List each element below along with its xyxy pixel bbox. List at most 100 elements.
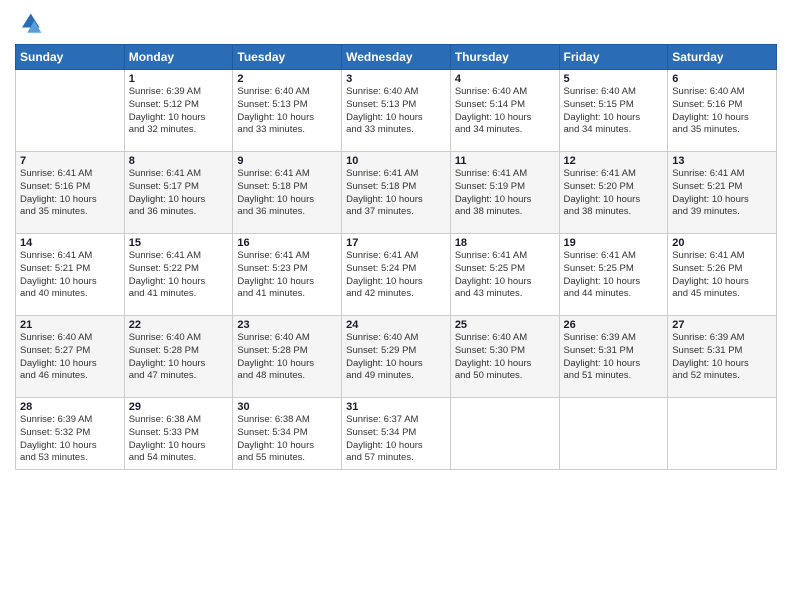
calendar-cell: 25Sunrise: 6:40 AM Sunset: 5:30 PM Dayli… bbox=[450, 316, 559, 398]
calendar-cell bbox=[450, 398, 559, 470]
day-number: 21 bbox=[20, 319, 120, 331]
day-number: 5 bbox=[564, 73, 664, 85]
day-info: Sunrise: 6:40 AM Sunset: 5:29 PM Dayligh… bbox=[346, 332, 446, 383]
day-info: Sunrise: 6:38 AM Sunset: 5:33 PM Dayligh… bbox=[129, 414, 229, 465]
calendar-cell: 23Sunrise: 6:40 AM Sunset: 5:28 PM Dayli… bbox=[233, 316, 342, 398]
day-info: Sunrise: 6:40 AM Sunset: 5:27 PM Dayligh… bbox=[20, 332, 120, 383]
day-info: Sunrise: 6:39 AM Sunset: 5:31 PM Dayligh… bbox=[672, 332, 772, 383]
day-number: 12 bbox=[564, 155, 664, 167]
day-number: 25 bbox=[455, 319, 555, 331]
day-number: 6 bbox=[672, 73, 772, 85]
day-number: 20 bbox=[672, 237, 772, 249]
weekday-tuesday: Tuesday bbox=[233, 45, 342, 70]
day-number: 17 bbox=[346, 237, 446, 249]
day-number: 28 bbox=[20, 401, 120, 413]
day-number: 2 bbox=[237, 73, 337, 85]
calendar-cell: 17Sunrise: 6:41 AM Sunset: 5:24 PM Dayli… bbox=[342, 234, 451, 316]
calendar-cell: 6Sunrise: 6:40 AM Sunset: 5:16 PM Daylig… bbox=[668, 70, 777, 152]
calendar-cell bbox=[16, 70, 125, 152]
day-number: 15 bbox=[129, 237, 229, 249]
day-info: Sunrise: 6:41 AM Sunset: 5:25 PM Dayligh… bbox=[455, 250, 555, 301]
calendar-cell: 14Sunrise: 6:41 AM Sunset: 5:21 PM Dayli… bbox=[16, 234, 125, 316]
calendar-cell: 21Sunrise: 6:40 AM Sunset: 5:27 PM Dayli… bbox=[16, 316, 125, 398]
calendar-cell: 4Sunrise: 6:40 AM Sunset: 5:14 PM Daylig… bbox=[450, 70, 559, 152]
calendar-cell: 3Sunrise: 6:40 AM Sunset: 5:13 PM Daylig… bbox=[342, 70, 451, 152]
day-number: 11 bbox=[455, 155, 555, 167]
weekday-wednesday: Wednesday bbox=[342, 45, 451, 70]
day-info: Sunrise: 6:41 AM Sunset: 5:26 PM Dayligh… bbox=[672, 250, 772, 301]
day-info: Sunrise: 6:39 AM Sunset: 5:32 PM Dayligh… bbox=[20, 414, 120, 465]
day-number: 30 bbox=[237, 401, 337, 413]
day-number: 14 bbox=[20, 237, 120, 249]
day-info: Sunrise: 6:41 AM Sunset: 5:25 PM Dayligh… bbox=[564, 250, 664, 301]
day-number: 16 bbox=[237, 237, 337, 249]
day-number: 13 bbox=[672, 155, 772, 167]
calendar-cell: 18Sunrise: 6:41 AM Sunset: 5:25 PM Dayli… bbox=[450, 234, 559, 316]
header bbox=[15, 10, 777, 38]
day-info: Sunrise: 6:39 AM Sunset: 5:12 PM Dayligh… bbox=[129, 86, 229, 137]
weekday-thursday: Thursday bbox=[450, 45, 559, 70]
day-number: 18 bbox=[455, 237, 555, 249]
day-number: 3 bbox=[346, 73, 446, 85]
day-number: 31 bbox=[346, 401, 446, 413]
day-number: 4 bbox=[455, 73, 555, 85]
day-info: Sunrise: 6:41 AM Sunset: 5:22 PM Dayligh… bbox=[129, 250, 229, 301]
calendar-cell: 5Sunrise: 6:40 AM Sunset: 5:15 PM Daylig… bbox=[559, 70, 668, 152]
calendar-cell: 7Sunrise: 6:41 AM Sunset: 5:16 PM Daylig… bbox=[16, 152, 125, 234]
calendar-cell: 29Sunrise: 6:38 AM Sunset: 5:33 PM Dayli… bbox=[124, 398, 233, 470]
logo bbox=[15, 10, 47, 38]
calendar-cell: 8Sunrise: 6:41 AM Sunset: 5:17 PM Daylig… bbox=[124, 152, 233, 234]
calendar-cell: 31Sunrise: 6:37 AM Sunset: 5:34 PM Dayli… bbox=[342, 398, 451, 470]
day-info: Sunrise: 6:41 AM Sunset: 5:23 PM Dayligh… bbox=[237, 250, 337, 301]
day-number: 1 bbox=[129, 73, 229, 85]
weekday-header-row: SundayMondayTuesdayWednesdayThursdayFrid… bbox=[16, 45, 777, 70]
day-number: 9 bbox=[237, 155, 337, 167]
day-info: Sunrise: 6:41 AM Sunset: 5:18 PM Dayligh… bbox=[346, 168, 446, 219]
day-number: 29 bbox=[129, 401, 229, 413]
day-number: 19 bbox=[564, 237, 664, 249]
weekday-monday: Monday bbox=[124, 45, 233, 70]
day-info: Sunrise: 6:37 AM Sunset: 5:34 PM Dayligh… bbox=[346, 414, 446, 465]
calendar-cell: 19Sunrise: 6:41 AM Sunset: 5:25 PM Dayli… bbox=[559, 234, 668, 316]
calendar-cell bbox=[559, 398, 668, 470]
calendar-cell: 9Sunrise: 6:41 AM Sunset: 5:18 PM Daylig… bbox=[233, 152, 342, 234]
calendar-table: SundayMondayTuesdayWednesdayThursdayFrid… bbox=[15, 44, 777, 470]
calendar-cell: 20Sunrise: 6:41 AM Sunset: 5:26 PM Dayli… bbox=[668, 234, 777, 316]
calendar-cell: 22Sunrise: 6:40 AM Sunset: 5:28 PM Dayli… bbox=[124, 316, 233, 398]
day-number: 26 bbox=[564, 319, 664, 331]
day-info: Sunrise: 6:40 AM Sunset: 5:28 PM Dayligh… bbox=[129, 332, 229, 383]
day-number: 8 bbox=[129, 155, 229, 167]
calendar-cell: 11Sunrise: 6:41 AM Sunset: 5:19 PM Dayli… bbox=[450, 152, 559, 234]
calendar-cell: 12Sunrise: 6:41 AM Sunset: 5:20 PM Dayli… bbox=[559, 152, 668, 234]
weekday-saturday: Saturday bbox=[668, 45, 777, 70]
day-info: Sunrise: 6:41 AM Sunset: 5:19 PM Dayligh… bbox=[455, 168, 555, 219]
day-info: Sunrise: 6:40 AM Sunset: 5:15 PM Dayligh… bbox=[564, 86, 664, 137]
day-number: 7 bbox=[20, 155, 120, 167]
page: SundayMondayTuesdayWednesdayThursdayFrid… bbox=[0, 0, 792, 612]
logo-icon bbox=[15, 10, 43, 38]
day-info: Sunrise: 6:41 AM Sunset: 5:20 PM Dayligh… bbox=[564, 168, 664, 219]
calendar-cell: 27Sunrise: 6:39 AM Sunset: 5:31 PM Dayli… bbox=[668, 316, 777, 398]
day-number: 10 bbox=[346, 155, 446, 167]
day-info: Sunrise: 6:41 AM Sunset: 5:21 PM Dayligh… bbox=[20, 250, 120, 301]
day-info: Sunrise: 6:41 AM Sunset: 5:24 PM Dayligh… bbox=[346, 250, 446, 301]
calendar-cell: 10Sunrise: 6:41 AM Sunset: 5:18 PM Dayli… bbox=[342, 152, 451, 234]
day-info: Sunrise: 6:40 AM Sunset: 5:28 PM Dayligh… bbox=[237, 332, 337, 383]
calendar-cell: 1Sunrise: 6:39 AM Sunset: 5:12 PM Daylig… bbox=[124, 70, 233, 152]
day-info: Sunrise: 6:40 AM Sunset: 5:14 PM Dayligh… bbox=[455, 86, 555, 137]
calendar-cell: 16Sunrise: 6:41 AM Sunset: 5:23 PM Dayli… bbox=[233, 234, 342, 316]
day-info: Sunrise: 6:40 AM Sunset: 5:16 PM Dayligh… bbox=[672, 86, 772, 137]
calendar-cell: 2Sunrise: 6:40 AM Sunset: 5:13 PM Daylig… bbox=[233, 70, 342, 152]
day-info: Sunrise: 6:39 AM Sunset: 5:31 PM Dayligh… bbox=[564, 332, 664, 383]
day-number: 22 bbox=[129, 319, 229, 331]
day-info: Sunrise: 6:40 AM Sunset: 5:13 PM Dayligh… bbox=[237, 86, 337, 137]
weekday-friday: Friday bbox=[559, 45, 668, 70]
calendar-cell: 13Sunrise: 6:41 AM Sunset: 5:21 PM Dayli… bbox=[668, 152, 777, 234]
day-number: 23 bbox=[237, 319, 337, 331]
day-info: Sunrise: 6:41 AM Sunset: 5:17 PM Dayligh… bbox=[129, 168, 229, 219]
calendar-cell bbox=[668, 398, 777, 470]
day-number: 24 bbox=[346, 319, 446, 331]
calendar-cell: 28Sunrise: 6:39 AM Sunset: 5:32 PM Dayli… bbox=[16, 398, 125, 470]
day-info: Sunrise: 6:41 AM Sunset: 5:18 PM Dayligh… bbox=[237, 168, 337, 219]
weekday-sunday: Sunday bbox=[16, 45, 125, 70]
